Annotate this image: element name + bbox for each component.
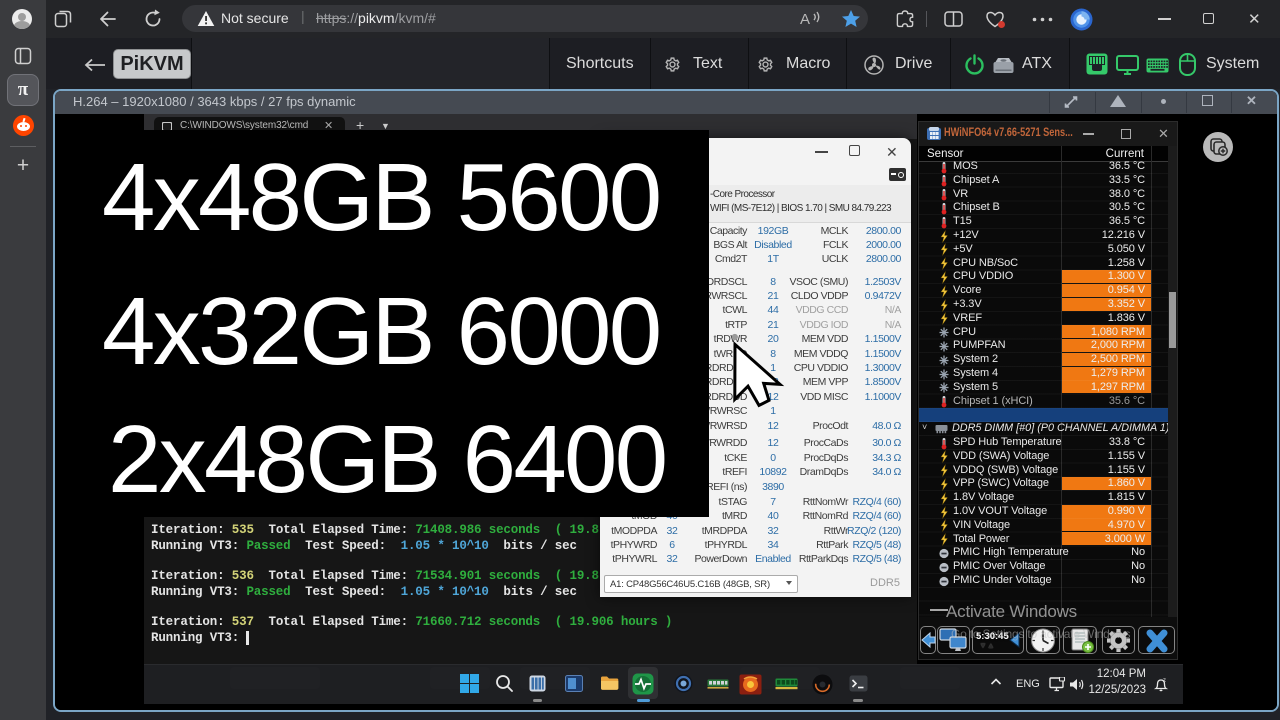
svg-text:A: A (800, 11, 810, 28)
svg-text:z: z (1163, 678, 1166, 684)
